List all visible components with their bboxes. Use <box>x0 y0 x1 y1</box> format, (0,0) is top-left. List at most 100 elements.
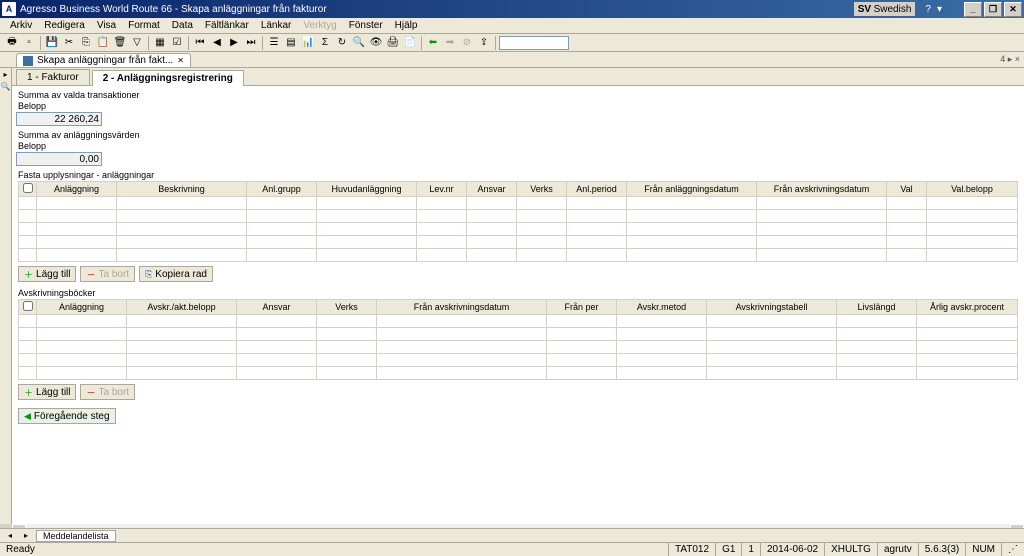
status-company: G1 <box>715 543 741 556</box>
table-row[interactable] <box>19 197 1018 210</box>
dropdown-icon[interactable]: ▾ <box>937 4 942 15</box>
table1-select-all[interactable] <box>23 183 33 193</box>
previous-step-button[interactable]: ◀Föregående steg <box>18 408 116 424</box>
print-icon[interactable]: 🖶 <box>4 35 20 51</box>
table-icon[interactable]: ▦ <box>152 35 168 51</box>
th2-verks[interactable]: Verks <box>317 300 377 315</box>
table-row[interactable] <box>19 223 1018 236</box>
plus-icon: ＋ <box>24 386 33 399</box>
table-row[interactable] <box>19 315 1018 328</box>
table-row[interactable] <box>19 354 1018 367</box>
table-avskrivningsbocker[interactable]: Anläggning Avskr./akt.belopp Ansvar Verk… <box>18 299 1018 380</box>
table-row[interactable] <box>19 210 1018 223</box>
menu-visa[interactable]: Visa <box>91 20 122 31</box>
th2-ansvar[interactable]: Ansvar <box>237 300 317 315</box>
nav-back-icon[interactable]: ⬅ <box>425 35 441 51</box>
cut-icon[interactable]: ✂ <box>61 35 77 51</box>
th2-avskrakt[interactable]: Avskr./akt.belopp <box>127 300 237 315</box>
th2-anlaggning[interactable]: Anläggning <box>37 300 127 315</box>
refresh-icon[interactable]: ↻ <box>334 35 350 51</box>
prev-icon[interactable]: ◀ <box>209 35 225 51</box>
rail-search-icon[interactable]: 🔍 <box>0 80 11 92</box>
filter-icon[interactable]: ▽ <box>129 35 145 51</box>
grid-icon[interactable]: ▤ <box>283 35 299 51</box>
th2-avskrtab[interactable]: Avskrivningstabell <box>707 300 837 315</box>
th-val[interactable]: Val <box>887 182 927 197</box>
minus-icon: － <box>86 268 95 281</box>
add-button-1[interactable]: ＋Lägg till <box>18 266 76 282</box>
search-icon[interactable]: 🔍 <box>351 35 367 51</box>
print2-icon[interactable]: 🖨 <box>385 35 401 51</box>
stop-icon[interactable]: ⊘ <box>459 35 475 51</box>
th-anlaggning[interactable]: Anläggning <box>37 182 117 197</box>
copy-icon[interactable]: ⎘ <box>78 35 94 51</box>
help-icon[interactable]: ? <box>925 4 931 15</box>
th-anlgrupp[interactable]: Anl.grupp <box>247 182 317 197</box>
tab-fakturor[interactable]: 1 - Fakturor <box>16 69 90 85</box>
table-row[interactable] <box>19 249 1018 262</box>
status-date: 2014-06-02 <box>760 543 824 556</box>
th-beskrivning[interactable]: Beskrivning <box>117 182 247 197</box>
close-tab-icon[interactable]: ✕ <box>177 56 184 65</box>
menu-faltlankar[interactable]: Fältlänkar <box>199 20 255 31</box>
menu-arkiv[interactable]: Arkiv <box>4 20 38 31</box>
preview-icon[interactable]: 👁 <box>368 35 384 51</box>
status-numlock: NUM <box>965 543 1001 556</box>
export-icon[interactable]: ⇪ <box>476 35 492 51</box>
th2-livslangd[interactable]: Livslängd <box>837 300 917 315</box>
menu-fonster[interactable]: Fönster <box>343 20 389 31</box>
th-ansvar[interactable]: Ansvar <box>467 182 517 197</box>
language-selector[interactable]: SV Swedish <box>854 2 916 16</box>
new-icon[interactable]: ▫ <box>21 35 37 51</box>
th-huvudanl[interactable]: Huvudanläggning <box>317 182 417 197</box>
table-row[interactable] <box>19 367 1018 380</box>
checkbox-icon[interactable]: ☑ <box>169 35 185 51</box>
close-button[interactable]: ✕ <box>1004 2 1022 17</box>
nav-fwd-icon[interactable]: ➡ <box>442 35 458 51</box>
th2-arligavskr[interactable]: Årlig avskr.procent <box>917 300 1018 315</box>
menu-lankar[interactable]: Länkar <box>255 20 298 31</box>
doc-icon[interactable]: 📄 <box>402 35 418 51</box>
maximize-button[interactable]: ❐ <box>984 2 1002 17</box>
status-resize-grip[interactable]: ⋰ <box>1001 543 1024 556</box>
th-anlperiod[interactable]: Anl.period <box>567 182 627 197</box>
table-row[interactable] <box>19 236 1018 249</box>
th2-avskrmetod[interactable]: Avskr.metod <box>617 300 707 315</box>
th-verks[interactable]: Verks <box>517 182 567 197</box>
paste-icon[interactable]: 📋 <box>95 35 111 51</box>
copy-row-button[interactable]: ⎘Kopiera rad <box>139 266 213 282</box>
chart-icon[interactable]: 📊 <box>300 35 316 51</box>
menu-data[interactable]: Data <box>166 20 199 31</box>
bottom-nav-right-icon[interactable]: ▸ <box>20 530 32 542</box>
tab-strip-controls[interactable]: 4 ▸ × <box>1000 54 1020 65</box>
th-valbelopp[interactable]: Val.belopp <box>927 182 1018 197</box>
toolbar-combo[interactable] <box>499 36 569 50</box>
th-fran-avskr[interactable]: Från avskrivningsdatum <box>757 182 887 197</box>
table-row[interactable] <box>19 328 1018 341</box>
th-levnr[interactable]: Lev.nr <box>417 182 467 197</box>
list-icon[interactable]: ☰ <box>266 35 282 51</box>
add-button-2[interactable]: ＋Lägg till <box>18 384 76 400</box>
th-fran-anl[interactable]: Från anläggningsdatum <box>627 182 757 197</box>
menu-format[interactable]: Format <box>122 20 166 31</box>
table2-select-all[interactable] <box>23 301 33 311</box>
toolbar: 🖶 ▫ 💾 ✂ ⎘ 📋 🗑 ▽ ▦ ☑ ⏮ ◀ ▶ ⏭ ☰ ▤ 📊 Σ ↻ 🔍 … <box>0 34 1024 52</box>
last-icon[interactable]: ⏭ <box>243 35 259 51</box>
table-fasta-upplysningar[interactable]: Anläggning Beskrivning Anl.grupp Huvudan… <box>18 181 1018 262</box>
rail-pin-icon[interactable]: ▸ <box>0 68 11 80</box>
delete-icon[interactable]: 🗑 <box>112 35 128 51</box>
tab-anlaggningsregistrering[interactable]: 2 - Anläggningsregistrering <box>92 70 244 86</box>
th2-fran-avskr[interactable]: Från avskrivningsdatum <box>377 300 547 315</box>
sum-icon[interactable]: Σ <box>317 35 333 51</box>
table-row[interactable] <box>19 341 1018 354</box>
next-icon[interactable]: ▶ <box>226 35 242 51</box>
tab-meddelandelista[interactable]: Meddelandelista <box>36 530 116 542</box>
th2-fran-per[interactable]: Från per <box>547 300 617 315</box>
bottom-nav-left-icon[interactable]: ◂ <box>4 530 16 542</box>
menu-hjalp[interactable]: Hjälp <box>389 20 424 31</box>
first-icon[interactable]: ⏮ <box>192 35 208 51</box>
save-icon[interactable]: 💾 <box>44 35 60 51</box>
minimize-button[interactable]: _ <box>964 2 982 17</box>
menu-redigera[interactable]: Redigera <box>38 20 91 31</box>
document-tab-active[interactable]: Skapa anläggningar från fakt... ✕ <box>16 53 191 67</box>
